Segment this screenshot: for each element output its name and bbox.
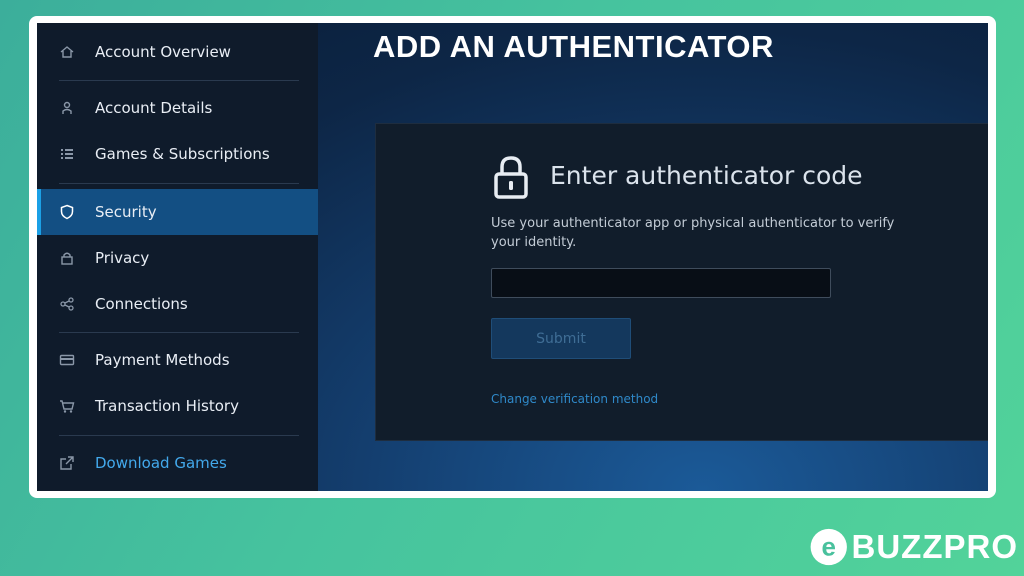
- home-icon: [59, 44, 75, 60]
- authenticator-code-input[interactable]: [491, 268, 831, 298]
- sidebar-item-account-overview[interactable]: Account Overview: [37, 29, 318, 75]
- sidebar-divider: [59, 80, 299, 81]
- sidebar-item-games-subscriptions[interactable]: Games & Subscriptions: [37, 131, 318, 177]
- sidebar-item-transaction-history[interactable]: Transaction History: [37, 383, 318, 429]
- sidebar: Account Overview Account Details Games &…: [37, 23, 318, 491]
- user-icon: [59, 100, 75, 116]
- sidebar-divider: [59, 435, 299, 436]
- shield-icon: [59, 204, 75, 220]
- sidebar-item-label: Payment Methods: [95, 351, 230, 369]
- padlock-icon: [493, 155, 529, 199]
- sidebar-item-account-details[interactable]: Account Details: [37, 85, 318, 131]
- sidebar-item-connections[interactable]: Connections: [37, 281, 318, 327]
- sidebar-divider: [59, 183, 299, 184]
- svg-text:e: e: [822, 534, 836, 562]
- sidebar-item-security[interactable]: Security: [37, 189, 318, 235]
- buzzpro-logo-mark: e: [810, 528, 847, 566]
- lock-icon: [59, 250, 75, 266]
- sidebar-item-label: Security: [95, 203, 157, 221]
- sidebar-item-label: Account Overview: [95, 43, 231, 61]
- sidebar-item-label: Privacy: [95, 249, 150, 267]
- sidebar-item-label: Connections: [95, 295, 188, 313]
- card-icon: [59, 352, 75, 368]
- sidebar-item-privacy[interactable]: Privacy: [37, 235, 318, 281]
- external-link-icon: [59, 455, 75, 471]
- panel-heading: Enter authenticator code: [550, 161, 863, 190]
- sidebar-divider: [59, 332, 299, 333]
- sidebar-item-payment-methods[interactable]: Payment Methods: [37, 337, 318, 383]
- sidebar-item-label: Account Details: [95, 99, 213, 117]
- page-title: ADD AN AUTHENTICATOR: [373, 29, 774, 64]
- sidebar-item-download-games[interactable]: Download Games: [37, 440, 318, 486]
- authenticator-panel: Enter authenticator code Use your authen…: [375, 123, 988, 441]
- sidebar-item-label: Transaction History: [95, 397, 239, 415]
- share-icon: [59, 296, 75, 312]
- buzzpro-logo: e BUZZPRO: [808, 522, 1018, 572]
- app-window: Account Overview Account Details Games &…: [37, 23, 988, 491]
- change-verification-method-link[interactable]: Change verification method: [491, 392, 658, 406]
- sidebar-item-label: Games & Subscriptions: [95, 145, 270, 163]
- cart-icon: [59, 398, 75, 414]
- submit-button[interactable]: Submit: [491, 318, 631, 359]
- buzzpro-logo-text: BUZZPRO: [851, 528, 1018, 565]
- sidebar-item-label: Download Games: [95, 454, 227, 472]
- panel-description: Use your authenticator app or physical a…: [491, 216, 895, 250]
- list-icon: [59, 146, 75, 162]
